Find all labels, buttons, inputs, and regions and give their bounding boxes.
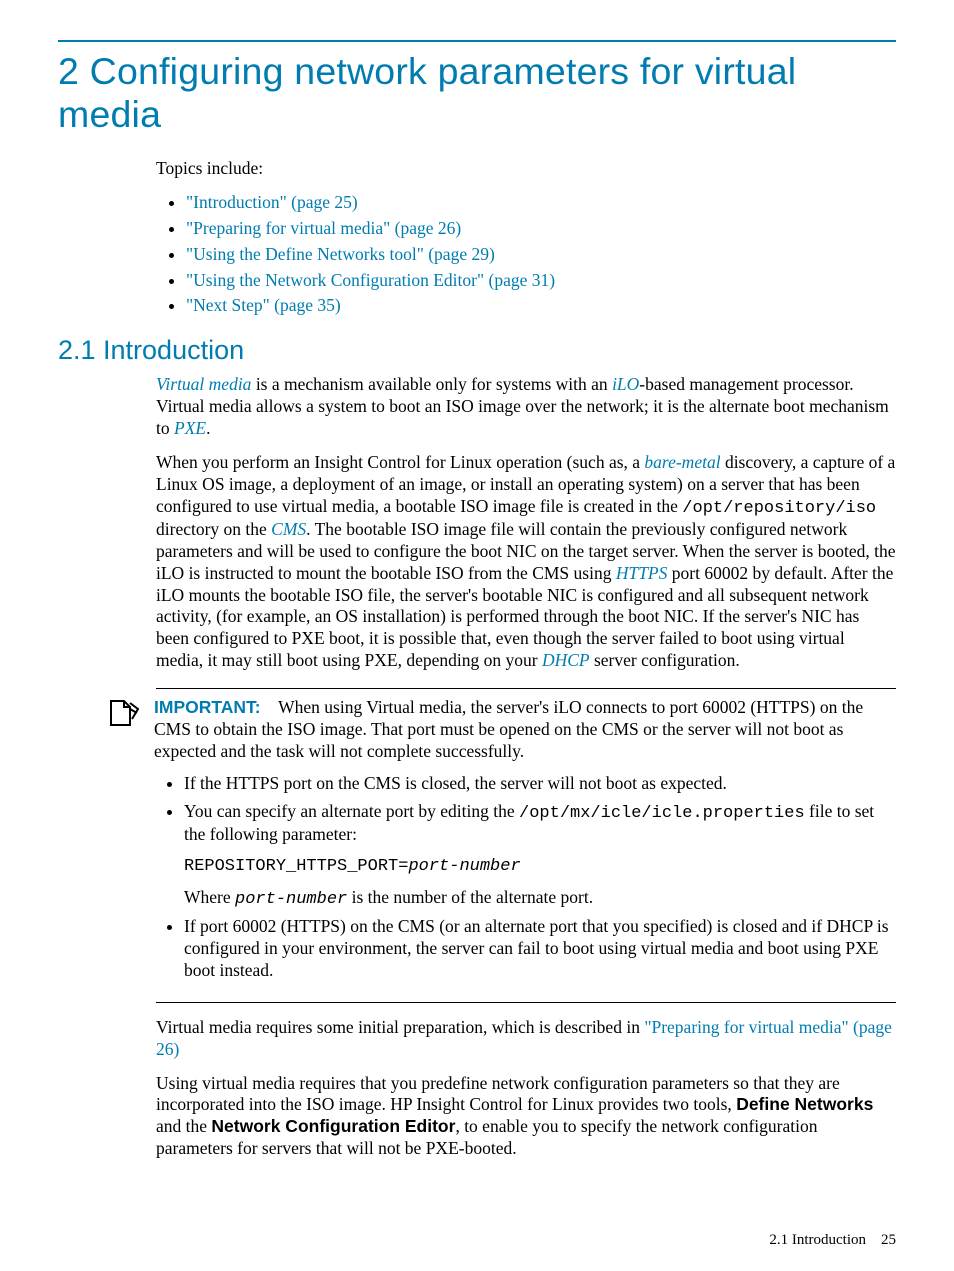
- after-note-paragraph-1: Virtual media requires some initial prep…: [156, 1017, 896, 1061]
- list-item: If the HTTPS port on the CMS is closed, …: [184, 773, 896, 795]
- important-bullets: If the HTTPS port on the CMS is closed, …: [154, 773, 896, 982]
- footer-section: 2.1 Introduction: [769, 1232, 866, 1248]
- glossary-link-virtual-media[interactable]: Virtual media: [156, 374, 251, 394]
- code-where: Where port-number is the number of the a…: [184, 887, 896, 910]
- topic-link[interactable]: "Using the Define Networks tool" (page 2…: [186, 244, 495, 264]
- code-block: REPOSITORY_HTTPS_PORT=port-number: [184, 856, 896, 877]
- topic-link[interactable]: "Preparing for virtual media" (page 26): [186, 218, 461, 238]
- list-item: You can specify an alternate port by edi…: [184, 801, 896, 911]
- page-footer: 2.1 Introduction 25: [769, 1232, 896, 1249]
- important-lead: IMPORTANT: When using Virtual media, the…: [154, 697, 896, 763]
- after-note-paragraph-2: Using virtual media requires that you pr…: [156, 1073, 896, 1161]
- glossary-link-ilo[interactable]: iLO: [612, 374, 639, 394]
- glossary-link-pxe[interactable]: PXE: [174, 418, 206, 438]
- chapter-title: 2 Configuring network parameters for vir…: [58, 50, 896, 136]
- tool-name: Network Configuration Editor: [211, 1116, 455, 1136]
- tool-name: Define Networks: [736, 1094, 873, 1114]
- important-note-icon: [108, 697, 142, 735]
- intro-paragraph-1: Virtual media is a mechanism available o…: [156, 374, 896, 440]
- glossary-link-cms[interactable]: CMS: [271, 519, 306, 539]
- glossary-link-dhcp[interactable]: DHCP: [542, 650, 590, 670]
- important-label: IMPORTANT:: [154, 697, 261, 717]
- code-path: /opt/mx/icle/icle.properties: [519, 804, 805, 823]
- code-path: /opt/repository/iso: [682, 499, 876, 518]
- topic-link[interactable]: "Next Step" (page 35): [186, 295, 341, 315]
- topics-intro: Topics include:: [156, 158, 896, 180]
- glossary-link-bare-metal[interactable]: bare-metal: [644, 452, 720, 472]
- section-title: 2.1 Introduction: [58, 335, 896, 366]
- topic-link[interactable]: "Using the Network Configuration Editor"…: [186, 270, 555, 290]
- topics-list: "Introduction" (page 25) "Preparing for …: [156, 192, 896, 317]
- glossary-link-https[interactable]: HTTPS: [616, 563, 668, 583]
- list-item: If port 60002 (HTTPS) on the CMS (or an …: [184, 916, 896, 982]
- topic-link[interactable]: "Introduction" (page 25): [186, 192, 358, 212]
- intro-paragraph-2: When you perform an Insight Control for …: [156, 452, 896, 672]
- footer-page-number: 25: [881, 1232, 896, 1248]
